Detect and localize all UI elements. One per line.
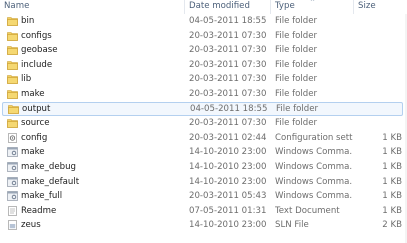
file-type: Text Document: [275, 205, 340, 216]
file-date-modified: 20-03-2011 07:30: [189, 45, 267, 56]
file-name: bin: [21, 16, 35, 26]
file-type: File folder: [275, 89, 318, 99]
file-row[interactable]: geobase 20-03-2011 07:30 File folder: [0, 43, 407, 58]
file-name: configs: [21, 30, 52, 41]
column-header-name[interactable]: Name: [0, 0, 185, 14]
file-date-modified: 14-10-2010 23:00: [189, 176, 267, 187]
file-size: 1 KB: [382, 191, 402, 202]
file-name: source: [21, 118, 50, 129]
file-date-modified: 20-03-2011 07:30: [189, 74, 267, 85]
sln-file-icon: [7, 220, 18, 231]
folder-icon: [7, 118, 18, 128]
file-date-modified: 20-03-2011 07:30: [189, 118, 267, 129]
file-row[interactable]: make_debug 14-10-2010 23:00 Windows Comma.…: [0, 160, 407, 175]
file-row[interactable]: make 20-03-2011 07:30 File folder: [0, 87, 407, 102]
file-name: make: [21, 89, 45, 99]
file-row[interactable]: config 20-03-2011 02:44 Configuration sett…: [0, 131, 407, 146]
file-row[interactable]: Readme 07-05-2011 01:31 Text Document 1 KB: [0, 204, 407, 219]
file-date-modified: 20-03-2011 05:43: [189, 191, 267, 202]
file-size: 1 KB: [382, 162, 402, 172]
file-date-modified: 20-03-2011 02:44: [189, 132, 267, 143]
file-row[interactable]: source 20-03-2011 07:30 File folder: [0, 116, 407, 131]
file-name: make: [21, 147, 45, 158]
file-size: 1 KB: [382, 132, 402, 143]
file-type: File folder: [275, 59, 318, 70]
file-row[interactable]: bin 04-05-2011 18:55 File folder: [0, 14, 407, 29]
file-date-modified: 07-05-2011 01:31: [189, 205, 267, 216]
batch-file-icon: [7, 147, 18, 158]
file-type: File folder: [275, 118, 318, 129]
file-date-modified: 20-03-2011 07:30: [189, 30, 267, 41]
file-date-modified: 14-10-2010 23:00: [189, 162, 267, 172]
file-type: File folder: [275, 74, 318, 85]
batch-file-icon: [7, 176, 18, 187]
file-date-modified: 04-05-2011 18:55: [190, 103, 268, 114]
column-header-bar: Name Date modified Type Size ^: [0, 0, 407, 14]
file-type: File folder: [275, 45, 318, 56]
file-date-modified: 20-03-2011 07:30: [189, 89, 267, 99]
folder-icon: [7, 16, 18, 26]
file-name: config: [21, 132, 48, 143]
file-type: Windows Comma...: [275, 191, 353, 202]
file-name: make_full: [21, 191, 63, 202]
file-date-modified: 04-05-2011 18:55: [189, 16, 267, 26]
file-size: 1 KB: [382, 176, 402, 187]
file-size: 1 KB: [382, 147, 402, 158]
file-type: File folder: [275, 30, 318, 41]
file-row[interactable]: make 14-10-2010 23:00 Windows Comma... 1 KB: [0, 145, 407, 160]
file-type: File folder: [275, 16, 318, 26]
folder-icon: [7, 31, 18, 41]
folder-icon: [7, 45, 18, 55]
file-row[interactable]: configs 20-03-2011 07:30 File folder: [0, 29, 407, 44]
file-type: Windows Comma...: [275, 176, 353, 187]
column-header-size[interactable]: Size: [354, 0, 407, 14]
file-row[interactable]: make_full 20-03-2011 05:43 Windows Comma..…: [0, 189, 407, 204]
folder-icon: [7, 60, 18, 70]
file-size: 1 KB: [382, 205, 402, 216]
config-file-icon: [7, 132, 18, 143]
batch-file-icon: [7, 162, 18, 172]
file-date-modified: 20-03-2011 07:30: [189, 59, 267, 70]
file-name: Readme: [21, 205, 57, 216]
file-name: make_default: [21, 176, 80, 187]
file-name: output: [22, 103, 51, 114]
file-type: Configuration sett...: [275, 132, 353, 143]
folder-icon: [7, 89, 18, 99]
file-row[interactable]: include 20-03-2011 07:30 File folder: [0, 58, 407, 73]
file-type: File folder: [276, 103, 319, 114]
file-name: make_debug: [21, 162, 76, 172]
file-name: lib: [21, 74, 32, 85]
folder-icon: [7, 74, 18, 85]
file-row[interactable]: lib 20-03-2011 07:30 File folder: [0, 72, 407, 87]
file-date-modified: 14-10-2010 23:00: [189, 147, 267, 158]
file-row[interactable]: zeus 14-10-2010 23:00 SLN File 2 KB: [0, 218, 407, 233]
batch-file-icon: [7, 191, 18, 201]
column-header-type[interactable]: Type: [271, 0, 354, 14]
text-document-icon: [7, 205, 18, 216]
folder-icon: [8, 104, 19, 114]
file-type: Windows Comma...: [275, 147, 353, 158]
file-row[interactable]: make_default 14-10-2010 23:00 Windows Comm…: [0, 175, 407, 190]
file-name: geobase: [21, 45, 58, 56]
file-date-modified: 14-10-2010 23:00: [189, 220, 267, 231]
file-type: SLN File: [275, 220, 309, 231]
file-size: 2 KB: [382, 220, 402, 231]
file-type: Windows Comma...: [275, 162, 353, 172]
file-name: include: [21, 59, 53, 70]
file-row[interactable]: output 04-05-2011 18:55 File folder: [2, 101, 403, 117]
column-header-date-modified[interactable]: Date modified: [185, 0, 271, 14]
file-name: zeus: [21, 220, 41, 231]
